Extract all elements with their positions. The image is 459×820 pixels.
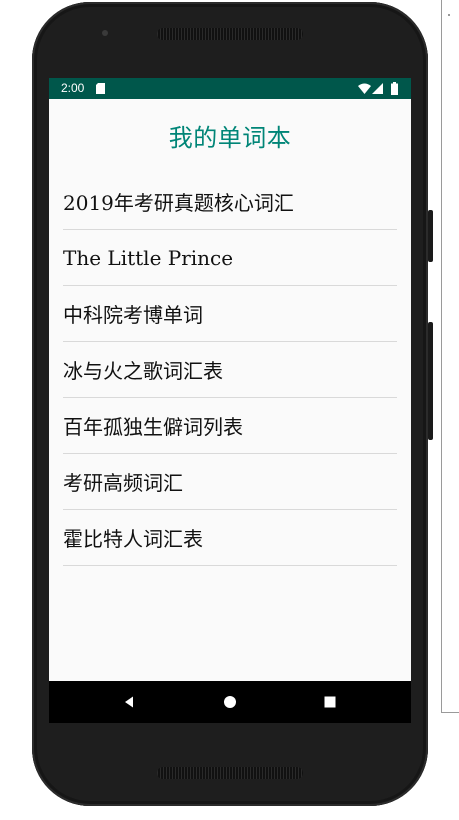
wordbook-label: 百年孤独生僻词列表 [63,415,243,439]
adjacent-window-mark [448,14,450,16]
back-icon[interactable] [118,691,140,713]
wordbook-item[interactable]: 中科院考博单词 [63,286,397,342]
wordbook-list: 2019年考研真题核心词汇 The Little Prince 中科院考博单词 … [63,174,397,566]
battery-icon [391,82,398,95]
wordbook-item[interactable]: The Little Prince [63,230,397,286]
home-icon[interactable] [219,691,241,713]
recents-icon[interactable] [319,691,341,713]
sd-card-icon [96,83,105,94]
bottom-speaker [157,767,303,779]
wordbook-label: 考研高频词汇 [63,471,183,495]
phone-screen: 2:00 我的单词本 2019年考研真题核心词汇 The Little Prin… [49,78,411,723]
emulator-canvas: 2:00 我的单词本 2019年考研真题核心词汇 The Little Prin… [0,0,459,820]
wordbook-item[interactable]: 考研高频词汇 [63,454,397,510]
wordbook-item[interactable]: 冰与火之歌词汇表 [63,342,397,398]
wordbook-label: 冰与火之歌词汇表 [63,359,223,383]
power-button[interactable] [428,322,433,440]
wordbook-item[interactable]: 霍比特人词汇表 [63,510,397,566]
front-camera-icon [102,30,108,36]
wordbook-label: 2019年考研真题核心词汇 [63,191,294,215]
status-bar: 2:00 [49,78,411,99]
wordbook-label: 中科院考博单词 [63,303,203,327]
wordbook-label: The Little Prince [63,245,234,270]
wordbook-item[interactable]: 百年孤独生僻词列表 [63,398,397,454]
earpiece-speaker [157,28,303,40]
wordbook-item[interactable]: 2019年考研真题核心词汇 [63,174,397,230]
status-time: 2:00 [61,81,85,95]
wifi-icon [358,83,371,94]
adjacent-window-edge [441,0,459,713]
signal-icon [372,83,383,94]
page-title: 我的单词本 [168,124,292,152]
navigation-bar [49,681,411,723]
volume-button[interactable] [428,210,433,262]
wordbook-label: 霍比特人词汇表 [63,527,203,551]
